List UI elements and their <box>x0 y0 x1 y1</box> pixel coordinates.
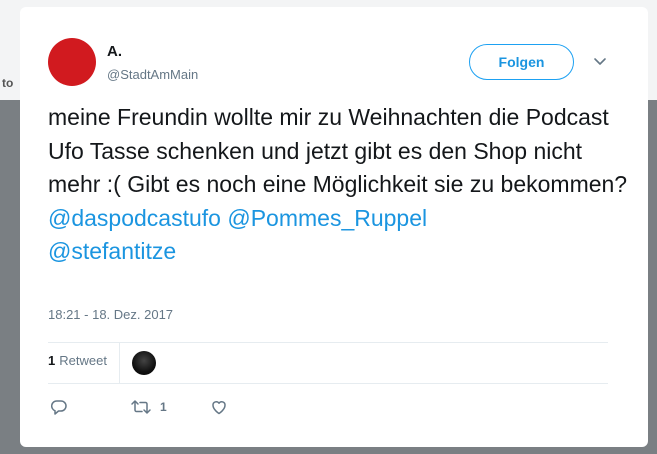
user-name[interactable]: A. <box>107 43 122 60</box>
tweet-timestamp[interactable]: 18:21 - 18. Dez. 2017 <box>48 307 173 322</box>
mention-link-daspodcastufo[interactable]: @daspodcastufo <box>48 205 221 231</box>
mention-link-stefantitze[interactable]: @stefantitze <box>48 238 176 264</box>
reply-button[interactable] <box>50 397 68 417</box>
avatar[interactable] <box>48 38 96 86</box>
chevron-down-icon[interactable] <box>592 55 608 69</box>
retweet-button[interactable]: 1 <box>130 397 167 417</box>
retweeter-avatar[interactable] <box>132 351 156 375</box>
tweet-card: A. @StadtAmMain Folgen meine Freundin wo… <box>20 7 648 447</box>
tweet-text: meine Freundin wollte mir zu Weihnachten… <box>48 101 628 269</box>
background-edge-text: to <box>2 76 14 90</box>
retweet-icon <box>131 400 151 414</box>
divider <box>48 383 608 384</box>
follow-button[interactable]: Folgen <box>469 44 574 80</box>
like-button[interactable] <box>210 397 228 417</box>
user-handle[interactable]: @StadtAmMain <box>107 67 198 82</box>
stats-row: 1 Retweet <box>48 343 608 383</box>
retweet-stat-count: 1 <box>48 353 56 368</box>
retweet-stat[interactable]: 1 Retweet <box>48 353 107 368</box>
tweet-body: meine Freundin wollte mir zu Weihnachten… <box>48 104 628 197</box>
stats-separator <box>119 343 120 383</box>
reply-icon <box>50 400 67 415</box>
retweet-stat-label: Retweet <box>59 353 107 368</box>
action-bar: 1 <box>48 395 608 419</box>
heart-icon <box>212 401 226 415</box>
retweet-action-count: 1 <box>160 400 167 414</box>
mention-link-pommes-ruppel[interactable]: @Pommes_Ruppel <box>227 205 427 231</box>
